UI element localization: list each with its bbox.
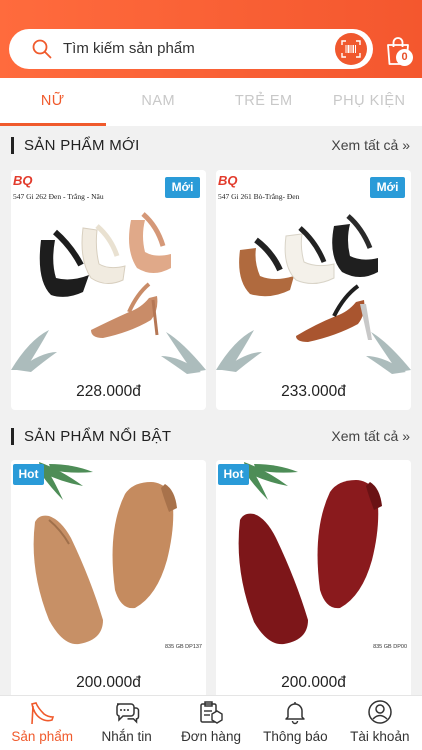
nav-account[interactable]: Tài khoản bbox=[338, 696, 422, 750]
heel-icon bbox=[31, 702, 55, 725]
brand-logo: BQ bbox=[218, 173, 238, 188]
product-price: 233.000đ bbox=[281, 383, 346, 400]
product-card[interactable]: BQ 547 Gi 261 Bò-Trắng- Đen Mới 233.000đ bbox=[216, 170, 411, 410]
orders-icon bbox=[200, 701, 223, 724]
nav-messages[interactable]: Nhắn tin bbox=[84, 696, 168, 750]
product-price: 200.000đ bbox=[76, 674, 141, 691]
chat-icon bbox=[115, 703, 139, 724]
hot-badge: Hot bbox=[13, 464, 44, 485]
product-card[interactable]: BQ 547 Gi 262 Đen - Trắng - Nâu Mới 228.… bbox=[11, 170, 206, 410]
bell-icon bbox=[285, 702, 306, 725]
product-image: Hot 835 GB DP00 bbox=[216, 460, 411, 666]
app-header: Tìm kiếm sản phẩm 0 bbox=[0, 0, 422, 78]
new-badge: Mới bbox=[165, 177, 200, 198]
section-marker bbox=[11, 136, 14, 154]
barcode-icon bbox=[341, 40, 361, 58]
product-card[interactable]: Hot 835 GB DP137 200.000đ bbox=[11, 460, 206, 700]
search-input[interactable]: Tìm kiếm sản phẩm bbox=[63, 40, 195, 57]
tab-accessories[interactable]: PHỤ KIỆN bbox=[317, 78, 422, 126]
product-image: Hot 835 GB DP137 bbox=[11, 460, 206, 666]
nav-label: Thông báo bbox=[263, 729, 328, 744]
bottom-navigation: Sản phẩm Nhắn tin Đơn hàng Thông báo Tài… bbox=[0, 695, 422, 750]
see-all-featured-link[interactable]: Xem tất cả » bbox=[331, 428, 410, 444]
tab-women[interactable]: NỮ bbox=[0, 78, 106, 126]
brand-logo: BQ bbox=[13, 173, 33, 188]
cart-count-badge: 0 bbox=[396, 49, 413, 66]
featured-products-header: SẢN PHẨM NỔI BẬT Xem tất cả » bbox=[0, 417, 422, 455]
product-image: BQ 547 Gi 261 Bò-Trắng- Đen Mới bbox=[216, 170, 411, 376]
nav-label: Sản phẩm bbox=[11, 729, 73, 744]
section-title: SẢN PHẨM NỔI BẬT bbox=[24, 427, 172, 445]
product-card[interactable]: Hot 835 GB DP00 200.000đ bbox=[216, 460, 411, 700]
new-products-header: SẢN PHẨM MỚI Xem tất cả » bbox=[0, 126, 422, 164]
nav-orders[interactable]: Đơn hàng bbox=[169, 696, 253, 750]
product-code: 835 GB DP00 bbox=[373, 644, 407, 650]
nav-label: Đơn hàng bbox=[181, 729, 241, 744]
nav-notifications[interactable]: Thông báo bbox=[253, 696, 337, 750]
product-image: BQ 547 Gi 262 Đen - Trắng - Nâu Mới bbox=[11, 170, 206, 376]
product-model: 547 Gi 261 Bò-Trắng- Đen bbox=[218, 192, 300, 201]
new-badge: Mới bbox=[370, 177, 405, 198]
nav-products[interactable]: Sản phẩm bbox=[0, 696, 84, 750]
nav-label: Tài khoản bbox=[350, 729, 410, 744]
section-title: SẢN PHẨM MỚI bbox=[24, 136, 140, 154]
product-price: 200.000đ bbox=[281, 674, 346, 691]
category-tabs: NỮ NAM TRẺ EM PHỤ KIỆN bbox=[0, 78, 422, 126]
tab-kids[interactable]: TRẺ EM bbox=[211, 78, 317, 126]
product-code: 835 GB DP137 bbox=[165, 644, 202, 650]
product-model: 547 Gi 262 Đen - Trắng - Nâu bbox=[13, 192, 104, 201]
nav-label: Nhắn tin bbox=[101, 729, 152, 744]
account-icon bbox=[368, 700, 392, 724]
tab-men[interactable]: NAM bbox=[106, 78, 212, 126]
barcode-scan-button[interactable] bbox=[335, 33, 367, 65]
hot-badge: Hot bbox=[218, 464, 249, 485]
search-bar[interactable]: Tìm kiếm sản phẩm bbox=[9, 29, 373, 69]
product-price: 228.000đ bbox=[76, 383, 141, 400]
section-marker bbox=[11, 427, 14, 445]
search-icon bbox=[32, 39, 52, 59]
see-all-new-link[interactable]: Xem tất cả » bbox=[331, 137, 410, 153]
